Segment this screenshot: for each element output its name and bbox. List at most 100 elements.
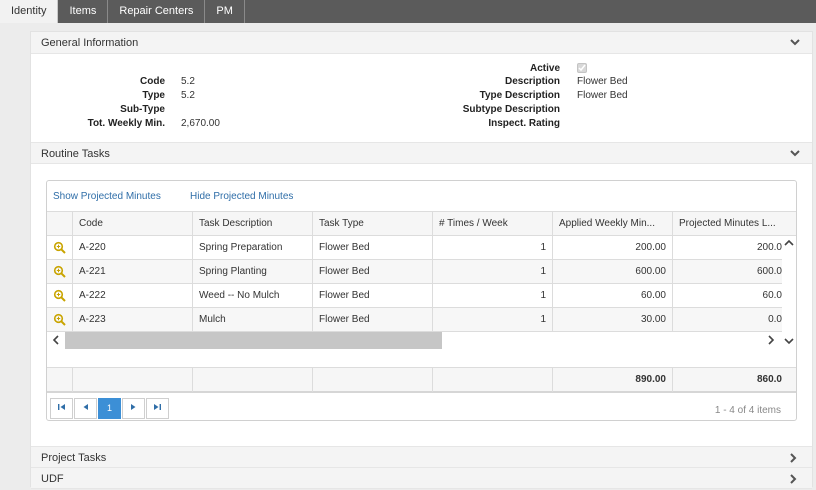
chevron-right-icon[interactable] <box>788 468 802 490</box>
magnify-icon[interactable] <box>53 265 67 279</box>
cell-task-description: Mulch <box>192 308 312 331</box>
header-code[interactable]: Code <box>72 212 192 235</box>
cell-applied-weekly-min: 200.00 <box>552 236 672 259</box>
cell-projected-minutes: 0.0 <box>672 308 782 331</box>
grid-header-row: Code Task Description Task Type # Times … <box>47 211 796 236</box>
subtype-label: Sub-Type <box>120 104 165 115</box>
footer-projected-total: 860.0 <box>672 368 782 392</box>
first-page-button[interactable] <box>50 398 73 419</box>
chevron-right-icon[interactable] <box>788 447 802 469</box>
routine-tasks-header[interactable]: Routine Tasks <box>31 142 812 164</box>
header-spacer <box>47 212 72 235</box>
footer-task-type <box>312 368 432 392</box>
general-information-header[interactable]: General Information <box>31 32 812 54</box>
footer-task-description <box>192 368 312 392</box>
horizontal-scrollbar[interactable] <box>47 332 782 349</box>
cell-times-per-week: 1 <box>432 260 552 283</box>
page-button-current[interactable]: 1 <box>98 398 121 419</box>
footer-applied-total: 890.00 <box>552 368 672 392</box>
tab-pm[interactable]: PM <box>205 0 245 23</box>
vertical-scrollbar[interactable] <box>782 236 796 349</box>
footer-times-per-week <box>432 368 552 392</box>
header-applied-weekly-min[interactable]: Applied Weekly Min... <box>552 212 672 235</box>
first-page-icon <box>58 404 65 410</box>
cell-code: A-223 <box>72 308 192 331</box>
chevron-left-icon[interactable] <box>50 334 62 346</box>
pager-info: 1 - 4 of 4 items <box>714 405 781 416</box>
tab-bar: Identity Items Repair Centers PM <box>0 0 816 23</box>
chevron-down-icon[interactable] <box>788 32 802 54</box>
udf-header[interactable]: UDF <box>31 467 812 489</box>
cell-projected-minutes: 600.0 <box>672 260 782 283</box>
magnify-icon[interactable] <box>53 289 67 303</box>
cell-task-type: Flower Bed <box>312 236 432 259</box>
magnify-icon[interactable] <box>53 313 67 327</box>
grid-toolbar: Show Projected Minutes Hide Projected Mi… <box>47 181 796 211</box>
identity-panel: General Information Code 5.2 Type 5.2 Su… <box>30 31 813 489</box>
cell-task-description: Weed -- No Mulch <box>192 284 312 307</box>
type-description-value: Flower Bed <box>577 90 628 101</box>
table-row[interactable]: A-222 Weed -- No Mulch Flower Bed 1 60.0… <box>47 284 782 308</box>
grid-pager: 1 1 - 4 of 4 items <box>47 393 796 421</box>
subtype-description-label: Subtype Description <box>462 104 560 115</box>
cell-task-type: Flower Bed <box>312 284 432 307</box>
project-tasks-title: Project Tasks <box>41 452 107 464</box>
prev-page-icon <box>83 404 88 410</box>
type-label: Type <box>142 90 165 101</box>
header-task-description[interactable]: Task Description <box>192 212 312 235</box>
horizontal-scroll-thumb[interactable] <box>65 332 442 349</box>
tot-weekly-min-label: Tot. Weekly Min. <box>87 118 165 129</box>
udf-title: UDF <box>41 473 64 485</box>
routine-tasks-grid: Show Projected Minutes Hide Projected Mi… <box>46 180 797 421</box>
tab-repair-centers[interactable]: Repair Centers <box>108 0 206 23</box>
magnify-icon[interactable] <box>53 241 67 255</box>
description-label: Description <box>504 76 560 87</box>
last-page-button[interactable] <box>146 398 169 419</box>
description-value: Flower Bed <box>577 76 628 87</box>
chevron-down-icon[interactable] <box>788 143 802 165</box>
cell-task-type: Flower Bed <box>312 260 432 283</box>
tab-items[interactable]: Items <box>58 0 109 23</box>
code-value: 5.2 <box>181 76 195 87</box>
cell-times-per-week: 1 <box>432 308 552 331</box>
table-row[interactable]: A-220 Spring Preparation Flower Bed 1 20… <box>47 236 782 260</box>
inspect-rating-label: Inspect. Rating <box>488 118 560 129</box>
checkmark-icon <box>578 64 586 72</box>
cell-task-description: Spring Planting <box>192 260 312 283</box>
chevron-up-icon[interactable] <box>782 238 796 248</box>
grid-footer-totals: 890.00 860.0 <box>47 367 796 393</box>
show-projected-minutes-link[interactable]: Show Projected Minutes <box>53 191 161 202</box>
cell-code: A-221 <box>72 260 192 283</box>
routine-tasks-title: Routine Tasks <box>41 148 110 160</box>
next-page-button[interactable] <box>122 398 145 419</box>
cell-applied-weekly-min: 30.00 <box>552 308 672 331</box>
hide-projected-minutes-link[interactable]: Hide Projected Minutes <box>190 191 293 202</box>
prev-page-button[interactable] <box>74 398 97 419</box>
header-task-type[interactable]: Task Type <box>312 212 432 235</box>
cell-code: A-220 <box>72 236 192 259</box>
chevron-right-icon[interactable] <box>765 334 777 346</box>
project-tasks-header[interactable]: Project Tasks <box>31 446 812 468</box>
type-description-label: Type Description <box>479 90 560 101</box>
header-times-per-week[interactable]: # Times / Week <box>432 212 552 235</box>
tab-identity[interactable]: Identity <box>0 0 59 23</box>
cell-times-per-week: 1 <box>432 236 552 259</box>
active-checkbox[interactable] <box>577 63 587 73</box>
cell-projected-minutes: 60.0 <box>672 284 782 307</box>
cell-projected-minutes: 200.0 <box>672 236 782 259</box>
type-value: 5.2 <box>181 90 195 101</box>
table-row[interactable]: A-223 Mulch Flower Bed 1 30.00 0.0 <box>47 308 782 332</box>
next-page-icon <box>131 404 136 410</box>
chevron-down-icon[interactable] <box>782 336 796 346</box>
cell-task-description: Spring Preparation <box>192 236 312 259</box>
tot-weekly-min-value: 2,670.00 <box>181 118 220 129</box>
cell-applied-weekly-min: 600.00 <box>552 260 672 283</box>
cell-task-type: Flower Bed <box>312 308 432 331</box>
header-projected-minutes[interactable]: Projected Minutes L... <box>672 212 796 235</box>
general-information-title: General Information <box>41 37 139 49</box>
active-label: Active <box>529 63 560 74</box>
cell-times-per-week: 1 <box>432 284 552 307</box>
code-label: Code <box>140 76 165 87</box>
table-row[interactable]: A-221 Spring Planting Flower Bed 1 600.0… <box>47 260 782 284</box>
cell-code: A-222 <box>72 284 192 307</box>
